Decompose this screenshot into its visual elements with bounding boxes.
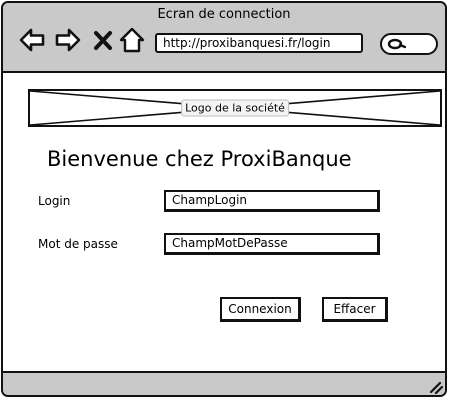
clear-button[interactable]: Effacer [322,297,388,322]
browser-window: Ecran de connection http://proxibanquesi… [1,1,447,397]
page-title: Bienvenue chez ProxiBanque [47,147,352,171]
close-icon[interactable] [93,27,113,53]
forward-arrow-icon[interactable] [55,27,81,53]
login-field[interactable]: ChampLogin [164,190,380,212]
address-bar[interactable]: http://proxibanquesi.fr/login [155,33,363,53]
logo-label: Logo de la société [181,99,289,117]
search-field[interactable] [380,33,438,55]
resize-grip-icon[interactable] [427,378,443,394]
search-icon [387,38,406,50]
browser-toolbar: Ecran de connection http://proxibanquesi… [3,3,445,73]
password-field[interactable]: ChampMotDePasse [164,233,380,255]
home-icon[interactable] [119,27,145,53]
login-label: Login [38,194,71,208]
back-arrow-icon[interactable] [19,27,45,53]
status-bar [3,371,445,395]
window-title: Ecran de connection [157,7,291,22]
company-logo-placeholder: Logo de la société [28,89,442,127]
password-label: Mot de passe [38,237,118,251]
connect-button[interactable]: Connexion [220,297,301,322]
